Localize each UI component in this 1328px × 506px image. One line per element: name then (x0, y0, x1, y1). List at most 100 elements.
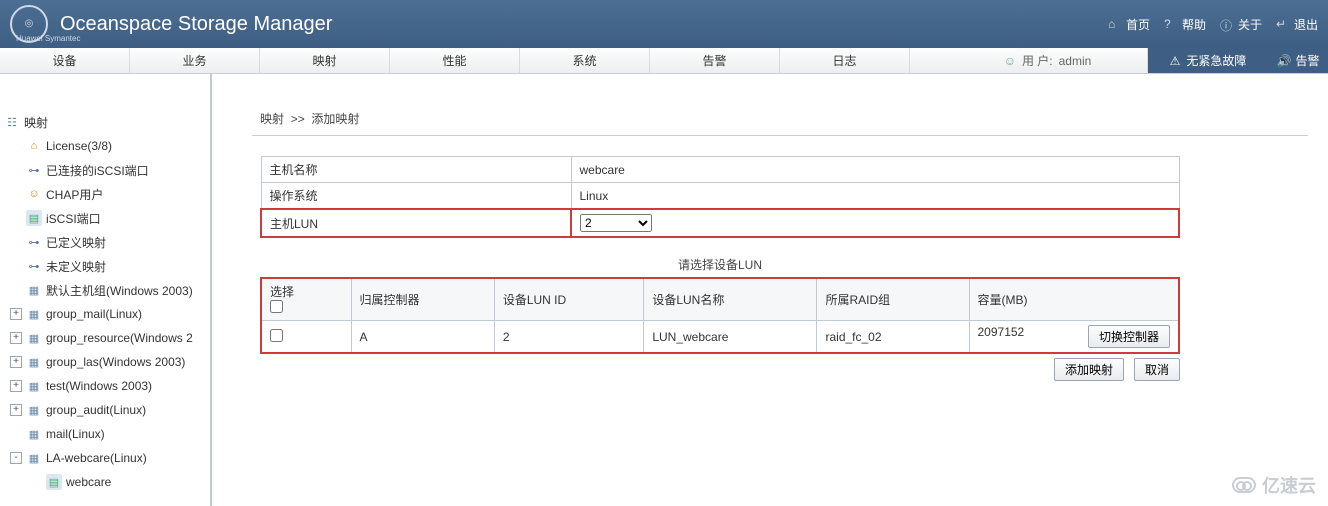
col-select-label: 选择 (270, 285, 294, 299)
logout-link[interactable]: ↵退出 (1276, 16, 1318, 33)
main-panel: 映射 >> 添加映射 主机名称 webcare 操作系统 Linux 主机LUN… (212, 74, 1328, 506)
expand-icon[interactable]: + (10, 332, 22, 344)
about-link[interactable]: ⓘ关于 (1220, 16, 1262, 33)
switch-controller-button[interactable]: 切换控制器 (1088, 325, 1170, 348)
grp-icon: ▦ (26, 402, 42, 418)
tree-item-label: group_resource(Windows 2 (46, 331, 193, 345)
alarm-label: 告警 (1295, 52, 1319, 69)
tree-item[interactable]: +▦group_resource(Windows 2 (0, 326, 210, 350)
grp-icon: ▦ (26, 378, 42, 394)
grp-icon: ▦ (26, 426, 42, 442)
nav-alarm-btn[interactable]: 🔊 告警 (1268, 48, 1328, 73)
tree-root[interactable]: ☷ 映射 (0, 110, 210, 134)
lun-table: 选择 归属控制器 设备LUN ID 设备LUN名称 所属RAID组 容量(MB)… (260, 277, 1180, 354)
user-prefix: 用 户: (1022, 52, 1053, 69)
alert-icon: ⚠ (1170, 54, 1181, 68)
header-links: ⌂首页 ?帮助 ⓘ关于 ↵退出 (1108, 16, 1318, 33)
tree-item-label: group_audit(Linux) (46, 403, 146, 417)
tree-item[interactable]: ▦默认主机组(Windows 2003) (0, 278, 210, 302)
host-name-label: 主机名称 (261, 157, 571, 183)
toggle-spacer (10, 284, 22, 296)
col-lunname: 设备LUN名称 (644, 278, 817, 321)
nav-no-fault[interactable]: ⚠ 无紧急故障 (1148, 48, 1268, 73)
nav-service[interactable]: 业务 (130, 48, 260, 73)
tree-item-label: mail(Linux) (46, 427, 105, 441)
nav-log[interactable]: 日志 (780, 48, 910, 73)
crumb-a[interactable]: 映射 (260, 112, 284, 126)
tree-item-label: iSCSI端口 (46, 210, 101, 227)
host-lun-cell: 2 (571, 209, 1179, 237)
toggle-spacer (10, 212, 22, 224)
collapse-icon[interactable]: - (10, 452, 22, 464)
port-icon: ⊶ (26, 162, 42, 178)
logout-icon: ↵ (1276, 17, 1290, 31)
row-lunname: LUN_webcare (644, 321, 817, 354)
row-lunid: 2 (494, 321, 644, 354)
brand-logo-text: Huawei Symantec (16, 34, 80, 43)
lun-section-title: 请选择设备LUN (260, 256, 1180, 273)
host-form: 主机名称 webcare 操作系统 Linux 主机LUN 2 (260, 156, 1180, 238)
crumb-b: 添加映射 (311, 112, 359, 126)
add-mapping-button[interactable]: 添加映射 (1054, 358, 1124, 381)
expand-icon[interactable]: + (10, 404, 22, 416)
cancel-button[interactable]: 取消 (1134, 358, 1180, 381)
tree-child-item[interactable]: ▤ webcare (0, 470, 210, 494)
tree-child-label: webcare (66, 475, 111, 489)
col-select: 选择 (261, 278, 351, 321)
row-capacity: 2097152 切换控制器 (969, 321, 1179, 354)
main-nav: 设备 业务 映射 性能 系统 告警 日志 ☺ 用 户:admin ⚠ 无紧急故障… (0, 48, 1328, 74)
user-icon: ☺ (1004, 54, 1016, 68)
toggle-spacer (10, 140, 22, 152)
tree-item-label: 已连接的iSCSI端口 (46, 162, 149, 179)
tree-item[interactable]: + ▦ test(Windows 2003) (0, 374, 210, 398)
action-bar: 添加映射 取消 (260, 358, 1180, 381)
nav-mapping[interactable]: 映射 (260, 48, 390, 73)
tree-item[interactable]: + ▦ group_audit(Linux) (0, 398, 210, 422)
tree-item[interactable]: -▦LA-webcare(Linux) (0, 446, 210, 470)
col-controller: 归属控制器 (351, 278, 494, 321)
app-header: ◎ Huawei Symantec Oceanspace Storage Man… (0, 0, 1328, 48)
os-value: Linux (571, 183, 1179, 210)
col-lunid: 设备LUN ID (494, 278, 644, 321)
help-icon: ? (1164, 17, 1178, 31)
watermark-icon (1232, 477, 1256, 493)
nav-performance[interactable]: 性能 (390, 48, 520, 73)
tree-item-label: group_mail(Linux) (46, 307, 142, 321)
toggle-spacer (10, 164, 22, 176)
doc-icon: ▤ (46, 474, 62, 490)
grp-icon: ▦ (26, 354, 42, 370)
tree-item[interactable]: ▦ mail(Linux) (0, 422, 210, 446)
expand-icon[interactable]: + (10, 308, 22, 320)
tree-item[interactable]: ⌂License(3/8) (0, 134, 210, 158)
table-row[interactable]: A 2 LUN_webcare raid_fc_02 2097152 切换控制器 (261, 321, 1179, 354)
home-link[interactable]: ⌂首页 (1108, 16, 1150, 33)
toggle-spacer (10, 260, 22, 272)
host-lun-select[interactable]: 2 (580, 214, 652, 232)
tree-item-label: test(Windows 2003) (46, 379, 152, 393)
nav-system[interactable]: 系统 (520, 48, 650, 73)
key-icon: ⌂ (26, 138, 42, 154)
expand-icon[interactable]: + (10, 380, 22, 392)
app-title: Oceanspace Storage Manager (60, 13, 332, 36)
tree-item[interactable]: ⊶已定义映射 (0, 230, 210, 254)
tree-item[interactable]: +▦group_las(Windows 2003) (0, 350, 210, 374)
row-checkbox[interactable] (270, 329, 283, 342)
nav-device[interactable]: 设备 (0, 48, 130, 73)
home-label: 首页 (1126, 16, 1150, 33)
row-capacity-value: 2097152 (978, 325, 1025, 339)
nav-alarm[interactable]: 告警 (650, 48, 780, 73)
tree-item[interactable]: ▤iSCSI端口 (0, 206, 210, 230)
tree-item[interactable]: ⊶已连接的iSCSI端口 (0, 158, 210, 182)
col-capacity-label: 容量(MB) (978, 293, 1028, 307)
tree-item[interactable]: +▦group_mail(Linux) (0, 302, 210, 326)
user-icon: ☺ (26, 186, 42, 202)
tree-item[interactable]: ⊶未定义映射 (0, 254, 210, 278)
row-raid: raid_fc_02 (817, 321, 969, 354)
help-link[interactable]: ?帮助 (1164, 16, 1206, 33)
tree-item[interactable]: ☺CHAP用户 (0, 182, 210, 206)
expand-icon[interactable]: + (10, 356, 22, 368)
toggle-spacer (10, 188, 22, 200)
row-controller: A (351, 321, 494, 354)
info-icon: ⓘ (1220, 17, 1234, 31)
select-all-checkbox[interactable] (270, 300, 283, 313)
